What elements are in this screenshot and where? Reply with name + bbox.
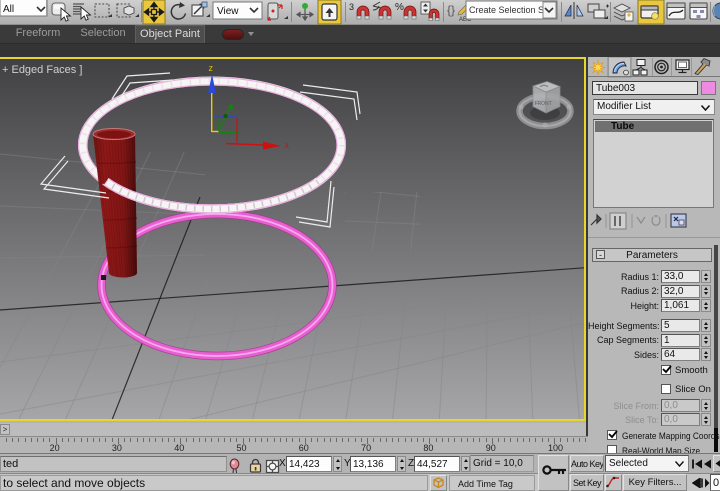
svg-text:All: All	[3, 4, 14, 15]
svg-text:Create Selection Se: Create Selection Se	[469, 5, 549, 15]
svg-text:FRONT: FRONT	[535, 101, 552, 107]
svg-text:3: 3	[349, 2, 354, 12]
svg-text:{}: {}	[447, 3, 455, 17]
svg-text:%: %	[395, 2, 404, 13]
svg-text:View: View	[217, 6, 239, 17]
svg-text:z: z	[209, 63, 214, 73]
svg-text:x: x	[285, 140, 290, 150]
